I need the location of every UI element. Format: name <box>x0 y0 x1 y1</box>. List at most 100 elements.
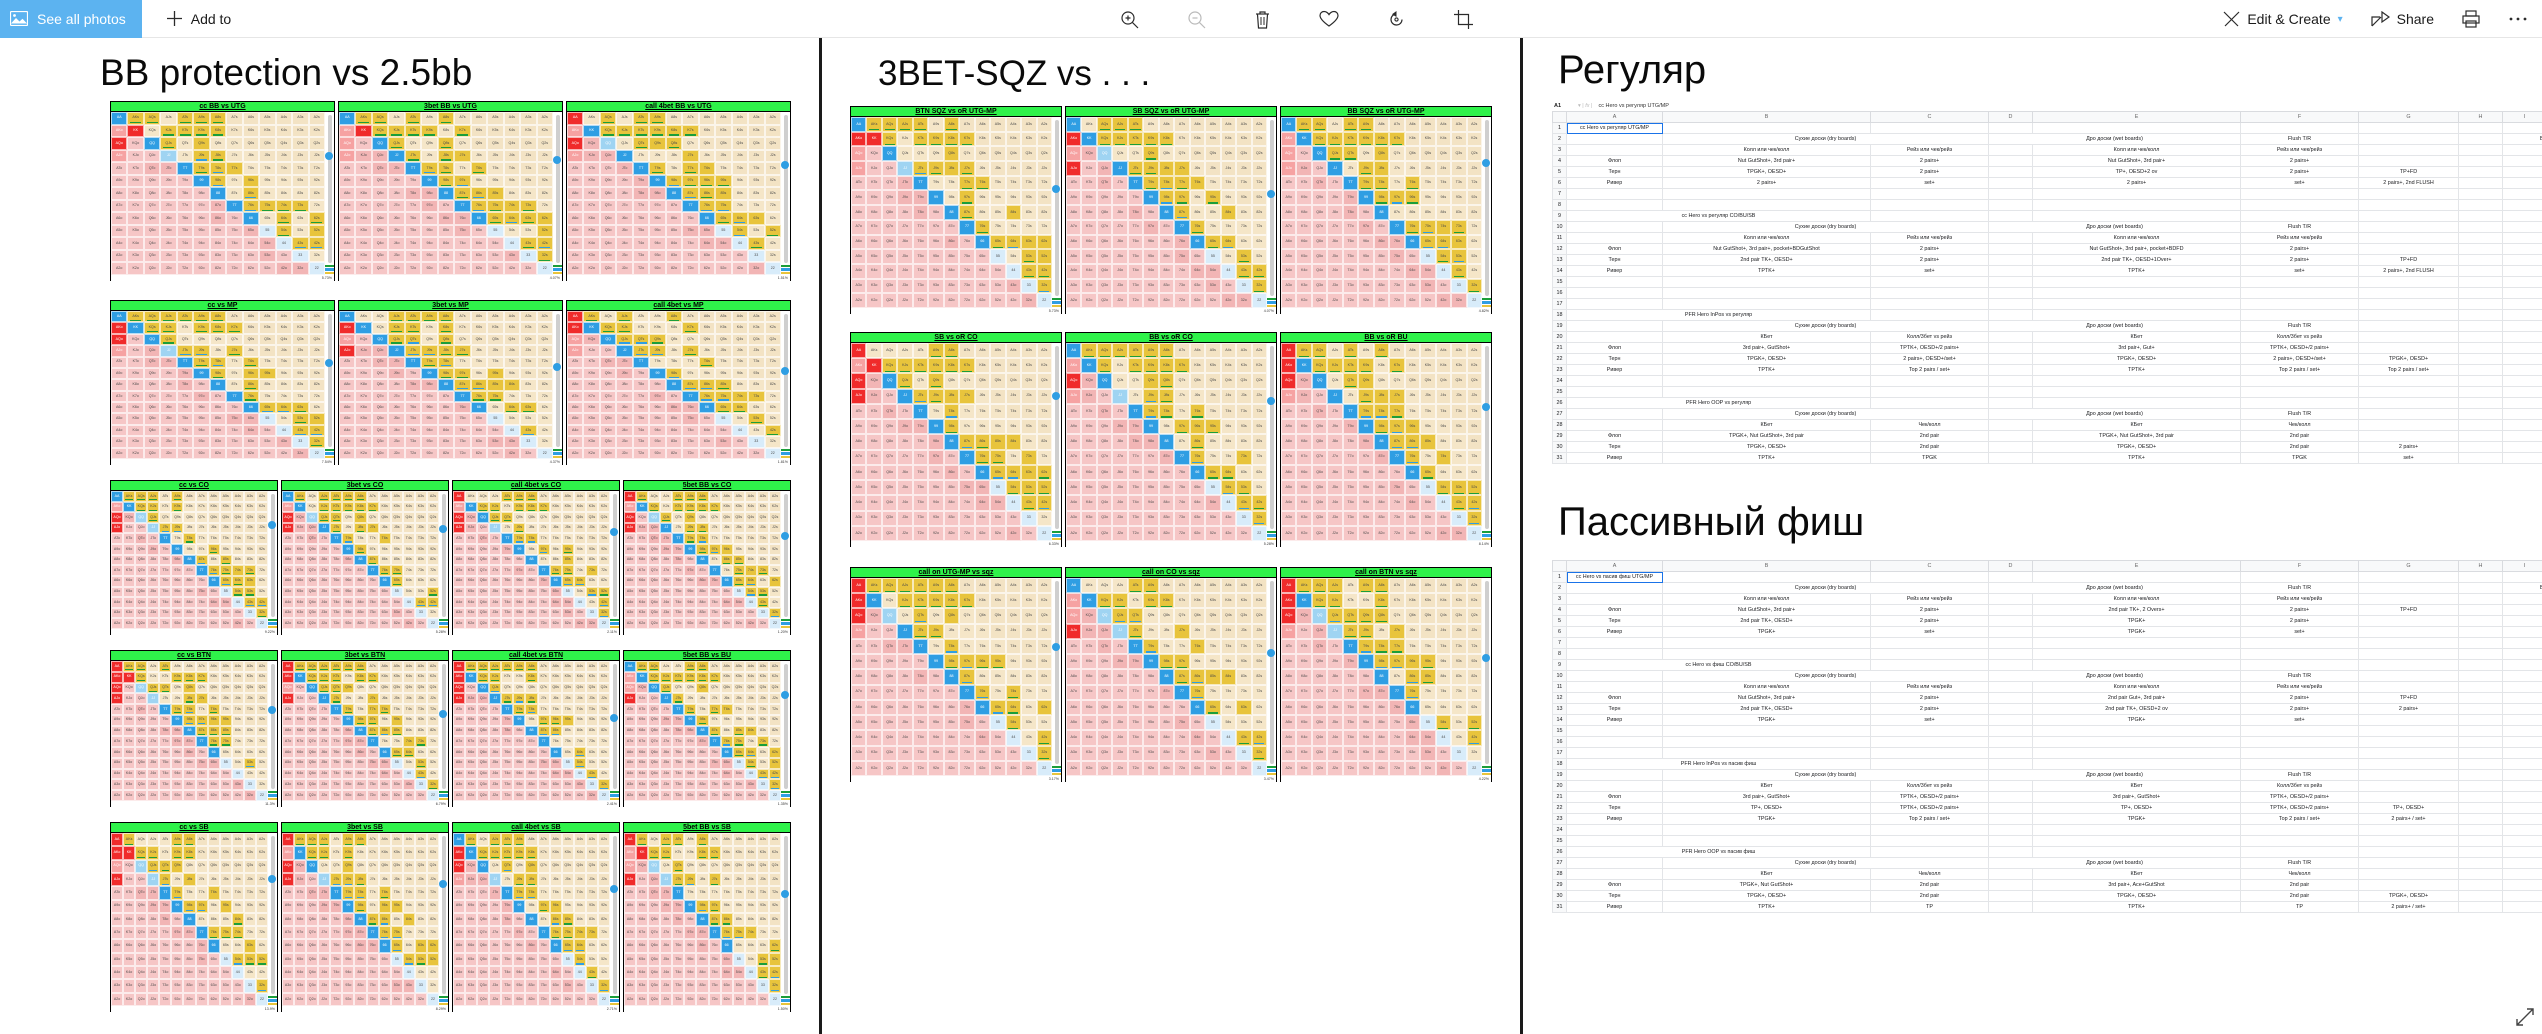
hand-cell[interactable]: 62s <box>308 212 325 225</box>
hand-cell[interactable]: Q8o <box>477 554 490 566</box>
hand-cell[interactable]: K6s <box>974 358 991 374</box>
hand-cell[interactable]: J5s <box>219 693 232 705</box>
hand-cell[interactable]: 93o <box>649 249 666 263</box>
hand-cell[interactable]: J5o <box>1112 249 1128 264</box>
hand-cell[interactable]: J9o <box>160 367 177 380</box>
hand-cell[interactable]: 62s <box>426 747 439 758</box>
hand-cell[interactable]: J7s <box>682 149 699 163</box>
hand-cell[interactable]: T5o <box>501 952 514 967</box>
hand-cell[interactable]: K7s <box>708 671 721 683</box>
hand-cell[interactable]: K7s <box>454 124 471 138</box>
hand-cell[interactable]: 92o <box>684 790 697 801</box>
hand-cell[interactable]: 83s <box>414 725 427 737</box>
hand-cell[interactable]: T8o <box>1342 205 1359 220</box>
hand-cell[interactable]: 72o <box>366 992 379 1006</box>
hand-cell[interactable]: 86o <box>665 402 683 414</box>
hand-cell[interactable]: 96s <box>549 899 562 913</box>
hand-cell[interactable]: 95o <box>171 586 184 598</box>
hand-cell[interactable]: Q6o <box>135 575 148 587</box>
hand-cell[interactable]: 84s <box>573 912 586 927</box>
hand-cell[interactable]: J8o <box>318 554 331 566</box>
hand-cell[interactable]: 75o <box>226 224 243 238</box>
hand-cell[interactable]: ATs <box>159 491 172 502</box>
hand-cell[interactable]: K3s <box>243 501 256 513</box>
hand-cell[interactable]: J7o <box>147 565 160 576</box>
hand-cell[interactable]: J3s <box>414 872 427 887</box>
hand-cell[interactable]: A6o <box>1281 464 1297 481</box>
hand-cell[interactable]: 97o <box>342 565 355 576</box>
hand-cell[interactable]: T8s <box>696 886 709 900</box>
range-grid[interactable]: BB vs oR BU AA AKs AQs AJs ATs A9s A8s A7s A6s A5s… <box>1280 332 1492 547</box>
hand-cell[interactable]: 72o <box>959 293 975 308</box>
hand-cell[interactable]: J8o <box>147 554 160 566</box>
hand-cell[interactable]: 82s <box>597 725 610 737</box>
hand-cell[interactable]: 52s <box>426 952 439 967</box>
hand-cell[interactable]: Q8o <box>1096 434 1113 450</box>
hand-cell[interactable]: 65o <box>207 952 220 967</box>
hand-cell[interactable]: 98s <box>1373 190 1390 206</box>
hand-cell[interactable]: 76s <box>1404 449 1421 465</box>
hand-cell[interactable]: A7o <box>851 449 867 465</box>
hand-cell[interactable]: 73o <box>708 979 721 993</box>
hand-cell[interactable]: J7o <box>489 926 502 940</box>
hand-cell[interactable]: KTo <box>866 175 882 191</box>
hand-cell[interactable]: Q6s <box>1404 146 1421 162</box>
hand-cell[interactable]: 64o <box>207 768 220 780</box>
hand-cell[interactable]: 63s <box>585 575 598 587</box>
hand-cell[interactable]: 82s <box>1251 434 1267 450</box>
hand-cell[interactable]: 97s <box>537 714 550 726</box>
hand-cell[interactable]: T2s <box>426 533 439 545</box>
hand-cell[interactable]: 33 <box>243 979 256 993</box>
hand-cell[interactable]: T9s <box>513 533 526 545</box>
hand-cell[interactable]: T2o <box>404 447 422 459</box>
hand-cell[interactable]: K7s <box>195 846 208 860</box>
hand-cell[interactable]: T2s <box>255 886 268 900</box>
hand-cell[interactable]: K9o <box>866 190 882 206</box>
hand-cell[interactable]: 97s <box>1174 419 1190 435</box>
hand-cell[interactable]: KJo <box>294 693 307 705</box>
hand-cell[interactable]: 92s <box>597 714 610 726</box>
hand-cell[interactable]: 65o <box>720 952 733 967</box>
hand-cell[interactable]: J8s <box>183 522 196 534</box>
hand-cell[interactable]: K7s <box>454 322 471 334</box>
hand-cell[interactable]: 32o <box>756 992 769 1006</box>
hand-cell[interactable]: A8s <box>437 311 455 323</box>
hand-cell[interactable]: 54o <box>259 424 276 437</box>
hand-cell[interactable]: K7s <box>682 322 699 334</box>
hand-cell[interactable]: 86s <box>378 725 391 737</box>
hand-cell[interactable]: K9o <box>1296 419 1312 435</box>
hand-cell[interactable]: AJo <box>453 872 466 887</box>
hand-cell[interactable]: K5o <box>636 757 649 769</box>
hand-cell[interactable]: K3s <box>585 501 598 513</box>
hand-cell[interactable]: A6s <box>1189 117 1206 132</box>
hand-cell[interactable]: 44 <box>231 768 244 780</box>
hand-cell[interactable]: A8o <box>851 434 867 450</box>
hand-cell[interactable]: 62o <box>720 992 733 1006</box>
hand-cell[interactable]: 64o <box>242 424 260 437</box>
hand-cell[interactable]: Q4s <box>1005 608 1022 624</box>
hand-cell[interactable]: K3s <box>756 501 769 513</box>
hand-cell[interactable]: 96s <box>698 367 716 380</box>
hand-cell[interactable]: J9o <box>318 544 331 555</box>
hand-cell[interactable]: 43s <box>520 424 537 437</box>
hand-cell[interactable]: JJ <box>660 872 673 887</box>
hand-cell[interactable]: 86s <box>720 912 733 927</box>
hand-cell[interactable]: J7s <box>226 345 243 357</box>
hand-cell[interactable]: QJo <box>135 522 148 534</box>
hand-cell[interactable]: 63s <box>414 939 427 953</box>
hand-cell[interactable]: J3o <box>489 607 502 619</box>
hand-cell[interactable]: AKo <box>339 322 356 334</box>
hand-cell[interactable]: K6s <box>207 671 220 683</box>
hand-cell[interactable]: TT <box>672 533 685 545</box>
hand-cell[interactable]: 87o <box>525 736 538 748</box>
hand-cell[interactable]: AKo <box>624 846 637 860</box>
hand-cell[interactable]: T9o <box>672 899 685 913</box>
hand-cell[interactable]: 33 <box>292 249 309 263</box>
hand-cell[interactable]: Q6o <box>881 464 898 481</box>
hand-cell[interactable]: Q8s <box>1373 373 1390 389</box>
hand-cell[interactable]: 54o <box>1420 495 1436 511</box>
hand-cell[interactable]: 95o <box>421 224 438 238</box>
hand-cell[interactable]: 73s <box>520 390 537 403</box>
hand-cell[interactable]: 52s <box>1466 249 1482 264</box>
hand-cell[interactable]: 95s <box>561 544 574 555</box>
